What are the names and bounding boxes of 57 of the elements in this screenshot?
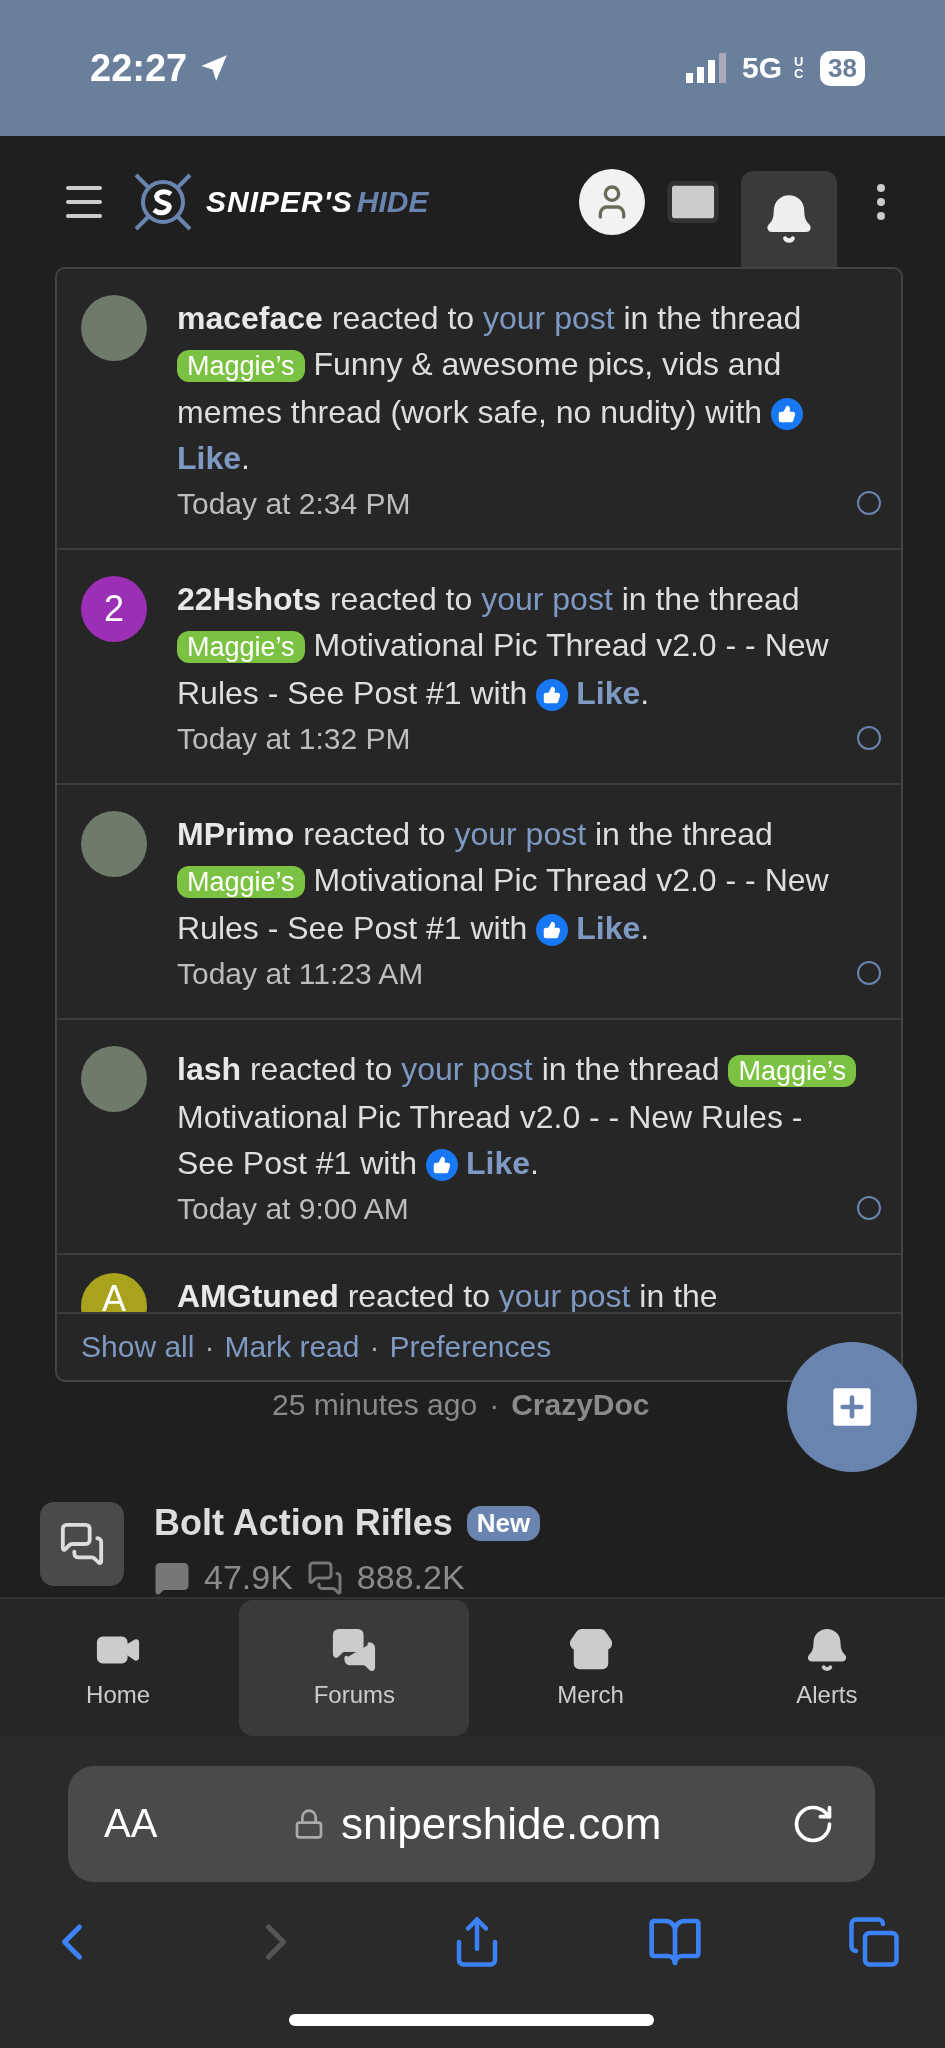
clock: 22:27 [90, 46, 188, 90]
text-size-button[interactable]: AA [98, 1800, 164, 1848]
post-link[interactable]: your post [454, 815, 587, 852]
lock-icon [293, 1807, 325, 1840]
thumbs-up-icon [536, 914, 569, 947]
notification-time: Today at 2:34 PM [177, 485, 411, 522]
letter-avatar: A [81, 1272, 147, 1313]
forum-title[interactable]: Bolt Action Rifles [154, 1502, 453, 1545]
prefix-tag: Maggie’s [177, 865, 305, 898]
post-link[interactable]: your post [498, 1277, 631, 1313]
read-toggle[interactable] [857, 491, 881, 516]
address-bar[interactable]: AA snipershide.com [68, 1765, 875, 1882]
separator-dot: · [204, 1330, 215, 1365]
separator-dot: · [489, 1388, 500, 1423]
site-logo-text: SNIPER'SHIDE [206, 184, 429, 219]
footer-link[interactable]: Mark read [224, 1330, 360, 1365]
notification-time: Today at 9:00 AM [177, 1190, 409, 1227]
message-count: 888.2K [356, 1558, 465, 1598]
thumbs-up-icon [426, 1149, 459, 1182]
thumbs-up-icon [536, 679, 569, 712]
nav-tab[interactable]: Forums [239, 1599, 470, 1736]
chat-bubbles-icon [331, 1626, 378, 1673]
messages-icon [306, 1559, 343, 1596]
notification-text: lash reacted to your post in the thread Maggie’s Motivational Pic Thread v2.0 - - New Rules - See Post #1 with Like. [177, 1045, 881, 1186]
post-link[interactable]: your post [481, 580, 613, 617]
notification-text: AMGtuned reacted to your post in the [177, 1276, 719, 1313]
separator-dot: · [369, 1330, 380, 1365]
battery-indicator: 38 [820, 50, 865, 86]
prefix-tag: Maggie’s [177, 349, 305, 382]
notification-text: maceface reacted to your post in the thread Maggie’s Funny & awesome pics, vids and memes thread (work safe, no nudity) with Like. [177, 298, 805, 478]
new-badge: New [466, 1505, 541, 1541]
notification-time: Today at 11:23 AM [177, 955, 424, 992]
nav-tab[interactable]: Home [3, 1599, 234, 1736]
nav-tab[interactable]: Alerts [711, 1599, 942, 1736]
read-toggle[interactable] [857, 1196, 881, 1221]
letter-avatar: 2 [81, 575, 147, 642]
thread-count: 47.9K [204, 1558, 293, 1598]
network-sub-label: UC [794, 56, 805, 81]
url-text: snipershide.com [341, 1798, 662, 1849]
footer-link[interactable]: Preferences [389, 1330, 552, 1365]
post-author: CrazyDoc [511, 1388, 650, 1423]
notification-text: 22Hshots reacted to your post in the thread Maggie’s Motivational Pic Thread v2.0 - - New Rules - See Post #1 with Like. [177, 579, 830, 714]
notification-text: MPrimo reacted to your post in the thread Maggie’s Motivational Pic Thread v2.0 - - New Rules - See Post #1 with Like. [177, 814, 830, 949]
post-link[interactable]: your post [401, 1050, 533, 1087]
footer-link[interactable]: Show all [81, 1330, 195, 1365]
thumbs-up-icon [771, 398, 803, 431]
nav-tab[interactable]: Merch [475, 1599, 706, 1736]
post-time: 25 minutes ago [272, 1388, 478, 1423]
prefix-tag: Maggie’s [728, 1054, 856, 1087]
read-toggle[interactable] [857, 726, 881, 751]
alerts-button[interactable] [741, 170, 837, 267]
network-label: 5G [742, 51, 783, 86]
post-link[interactable]: your post [483, 299, 615, 336]
prefix-tag: Maggie’s [177, 630, 305, 663]
forum-icon [40, 1502, 124, 1587]
read-toggle[interactable] [857, 961, 881, 986]
notification-time: Today at 1:32 PM [177, 720, 411, 757]
